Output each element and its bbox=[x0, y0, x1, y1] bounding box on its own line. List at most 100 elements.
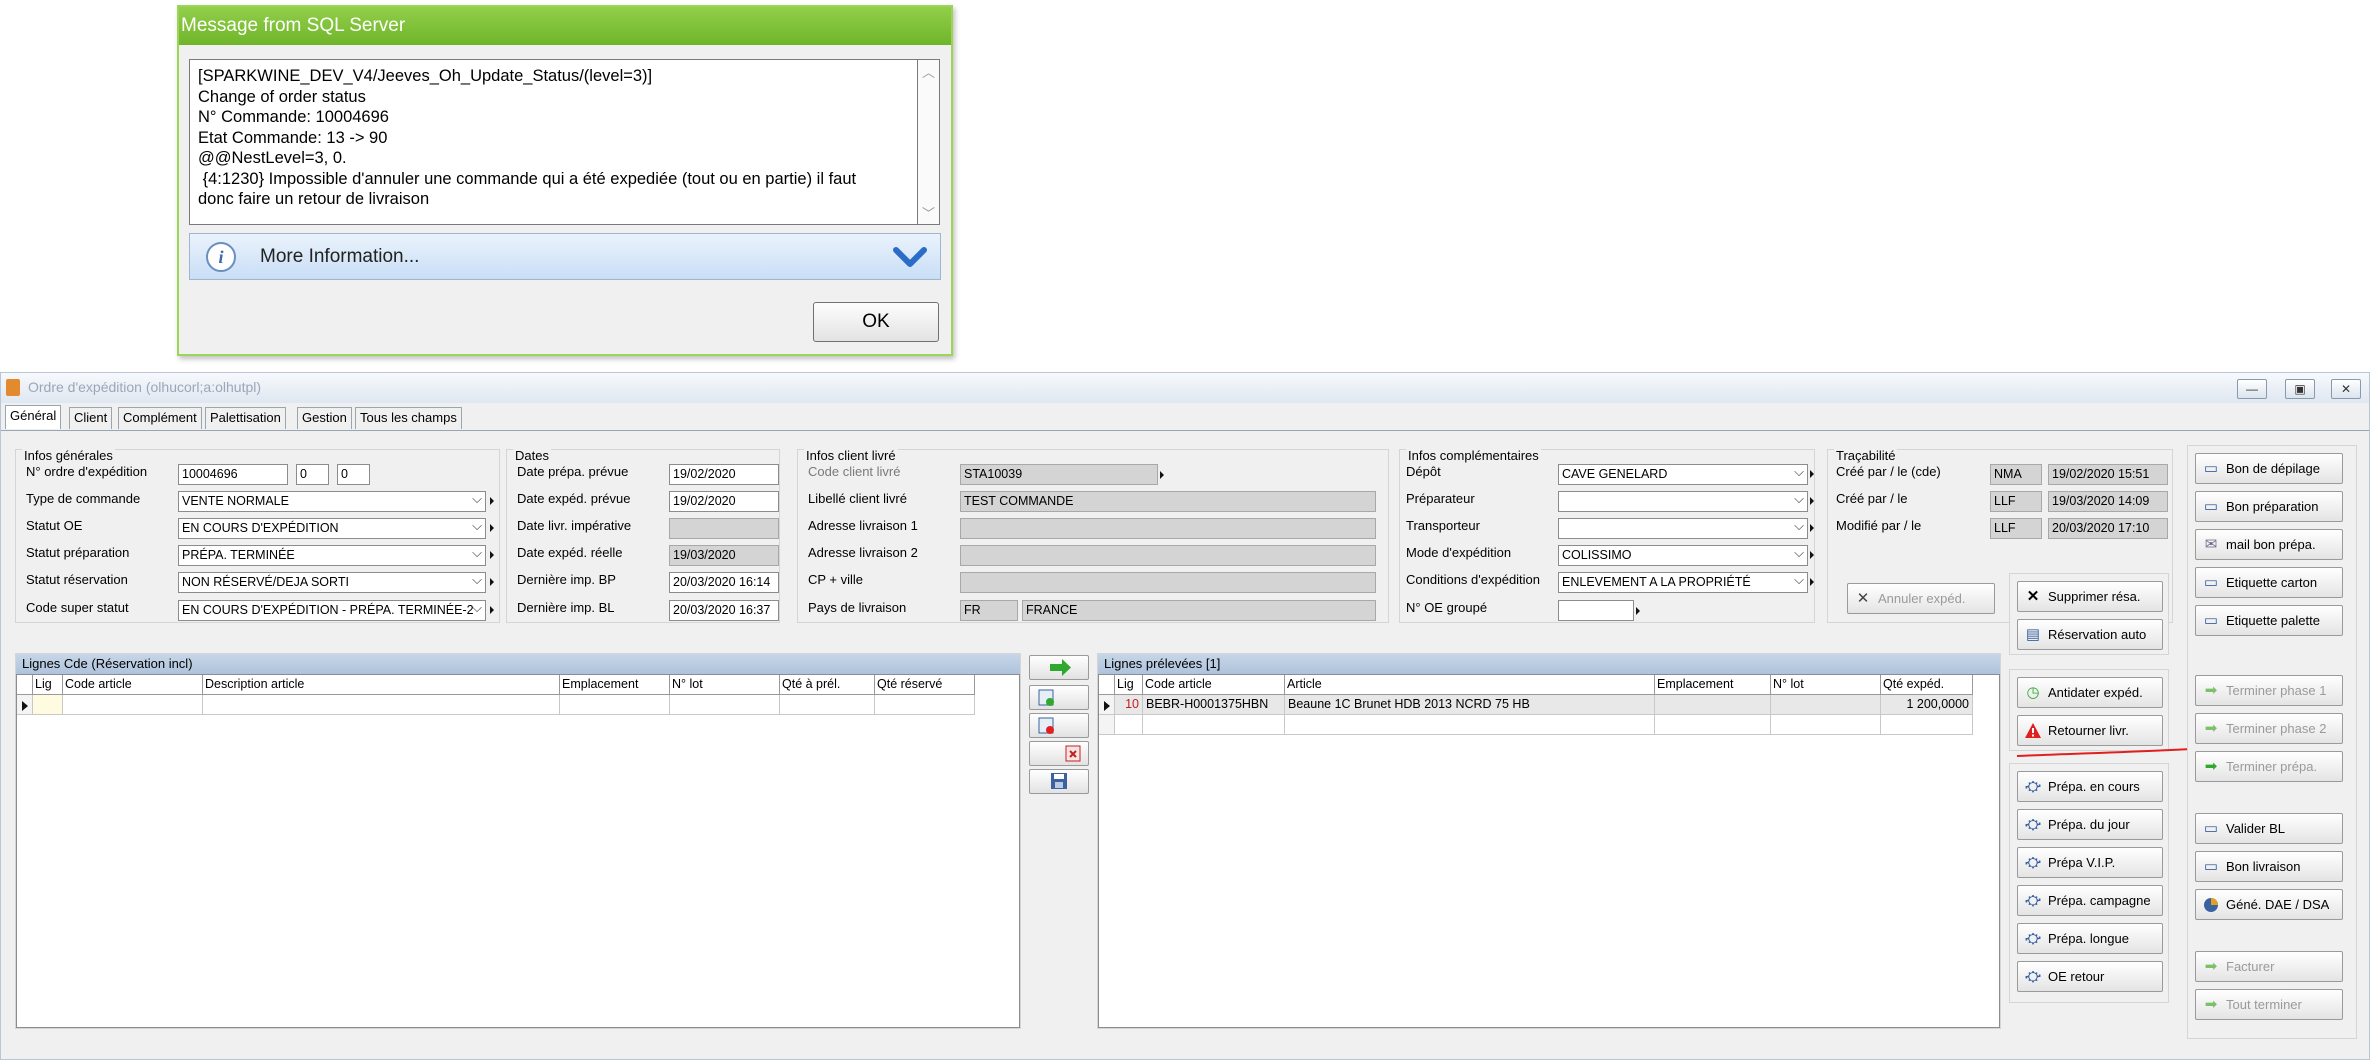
tab-complement[interactable]: Complément bbox=[118, 407, 202, 429]
close-button[interactable]: ✕ bbox=[2331, 379, 2361, 399]
type-select[interactable]: VENTE NORMALE bbox=[178, 491, 486, 512]
col-header[interactable]: Article bbox=[1285, 675, 1655, 695]
trace-user[interactable]: NMA bbox=[1990, 464, 2042, 485]
table-cell[interactable] bbox=[63, 695, 203, 715]
table-cell[interactable]: Beaune 1C Brunet HDB 2013 NCRD 75 HB bbox=[1285, 695, 1655, 715]
etiquette-palette-button[interactable]: ▭ Etiquette palette bbox=[2195, 605, 2343, 636]
tab-client[interactable]: Client bbox=[69, 407, 113, 429]
row-selector[interactable] bbox=[1099, 715, 1115, 735]
date-prepa-input[interactable]: 19/02/2020 bbox=[669, 464, 779, 485]
mail-bon-prepa-button[interactable]: ✉ mail bon prépa. bbox=[2195, 529, 2343, 560]
col-header[interactable]: Code article bbox=[63, 675, 203, 695]
table-cell[interactable]: 10 bbox=[1115, 695, 1143, 715]
col-header[interactable]: N° lot bbox=[1771, 675, 1881, 695]
table-cell[interactable] bbox=[1285, 715, 1655, 735]
scroll-down-icon[interactable]: ﹀ bbox=[922, 203, 935, 222]
bon-livraison-button[interactable]: ▭ Bon livraison bbox=[2195, 851, 2343, 882]
annuler-exped-button[interactable]: ✕ Annuler expéd. bbox=[1847, 583, 1995, 614]
derniere-bl-input[interactable]: 20/03/2020 16:37 bbox=[669, 600, 779, 621]
dialog-message-scrollbar[interactable]: ︿ ﹀ bbox=[918, 59, 940, 225]
facturer-button[interactable]: ➡ Facturer bbox=[2195, 951, 2343, 982]
date-livr-input[interactable] bbox=[669, 518, 779, 539]
minimize-button[interactable]: — bbox=[2237, 379, 2267, 399]
oe-groupe-input[interactable] bbox=[1558, 600, 1634, 621]
col-header[interactable]: Emplacement bbox=[1655, 675, 1771, 695]
bon-preparation-button[interactable]: ▭ Bon préparation bbox=[2195, 491, 2343, 522]
terminer-phase1-button[interactable]: ➡ Terminer phase 1 bbox=[2195, 675, 2343, 706]
table-cell[interactable] bbox=[1655, 695, 1771, 715]
code-client-input[interactable]: STA10039 bbox=[960, 464, 1158, 485]
gene-dae-dsa-button[interactable]: Géné. DAE / DSA bbox=[2195, 889, 2343, 920]
preparateur-select[interactable] bbox=[1558, 491, 1808, 512]
prepa-du-jour-button[interactable]: ⛮ Prépa. du jour bbox=[2017, 809, 2163, 840]
table-cell[interactable] bbox=[1771, 695, 1881, 715]
col-header[interactable]: N° lot bbox=[670, 675, 780, 695]
maximize-button[interactable]: ▣ bbox=[2285, 379, 2315, 399]
add-line-button[interactable] bbox=[1029, 685, 1089, 710]
retourner-livr-button[interactable]: Retourner livr. bbox=[2017, 715, 2163, 746]
scroll-up-icon[interactable]: ︿ bbox=[922, 62, 935, 81]
col-header[interactable]: Description article bbox=[203, 675, 560, 695]
statut-resa-select[interactable]: NON RÉSERVÉ/DEJA SORTI bbox=[178, 572, 486, 593]
date-exped-input[interactable]: 19/02/2020 bbox=[669, 491, 779, 512]
tab-general[interactable]: Général bbox=[5, 405, 62, 429]
libelle-client-input[interactable]: TEST COMMANDE bbox=[960, 491, 1376, 512]
reservation-auto-button[interactable]: ▤ Réservation auto bbox=[2017, 619, 2163, 650]
valider-bl-button[interactable]: ▭ Valider BL bbox=[2195, 813, 2343, 844]
depot-select[interactable]: CAVE GENELARD bbox=[1558, 464, 1808, 485]
transfer-right-button[interactable] bbox=[1029, 655, 1089, 680]
table-cell[interactable] bbox=[670, 695, 780, 715]
antidater-exped-button[interactable]: ◷ Antidater expéd. bbox=[2017, 677, 2163, 708]
lignes-cde-grid[interactable]: Lig Code article Description article Emp… bbox=[16, 674, 1020, 1028]
tout-terminer-button[interactable]: ➡ Tout terminer bbox=[2195, 989, 2343, 1020]
table-cell[interactable] bbox=[1115, 715, 1143, 735]
col-header[interactable]: Qté expéd. bbox=[1881, 675, 1973, 695]
table-cell[interactable] bbox=[780, 695, 875, 715]
derniere-bp-input[interactable]: 20/03/2020 16:14 bbox=[669, 572, 779, 593]
etiquette-carton-button[interactable]: ▭ Etiquette carton bbox=[2195, 567, 2343, 598]
chevron-down-icon[interactable] bbox=[890, 240, 930, 274]
table-cell[interactable]: BEBR-H0001375HBN bbox=[1143, 695, 1285, 715]
table-cell[interactable] bbox=[560, 695, 670, 715]
ok-button[interactable]: OK bbox=[813, 302, 939, 342]
col-header[interactable]: Emplacement bbox=[560, 675, 670, 695]
terminer-phase2-button[interactable]: ➡ Terminer phase 2 bbox=[2195, 713, 2343, 744]
ordre-input[interactable]: 10004696 bbox=[178, 464, 288, 485]
prepa-vip-button[interactable]: ⛮ Prépa V.I.P. bbox=[2017, 847, 2163, 878]
bon-depilage-button[interactable]: ▭ Bon de dépilage bbox=[2195, 453, 2343, 484]
more-information-expander[interactable]: i More Information... bbox=[189, 233, 941, 280]
remove-line-button[interactable] bbox=[1029, 713, 1089, 738]
trace-date[interactable]: 19/03/2020 14:09 bbox=[2048, 491, 2168, 512]
col-header[interactable]: Code article bbox=[1143, 675, 1285, 695]
table-cell[interactable]: 1 200,0000 bbox=[1881, 695, 1973, 715]
ordre-sub1-input[interactable]: 0 bbox=[296, 464, 329, 485]
conditions-select[interactable]: ENLEVEMENT A LA PROPRIÉTÉ bbox=[1558, 572, 1808, 593]
table-cell[interactable] bbox=[1881, 715, 1973, 735]
date-reelle-input[interactable]: 19/03/2020 bbox=[669, 545, 779, 566]
ordre-sub2-input[interactable]: 0 bbox=[337, 464, 370, 485]
table-cell[interactable] bbox=[33, 695, 63, 715]
prepa-longue-button[interactable]: ⛮ Prépa. longue bbox=[2017, 923, 2163, 954]
table-cell[interactable] bbox=[1655, 715, 1771, 735]
col-header[interactable]: Qté réservé bbox=[875, 675, 975, 695]
trace-date[interactable]: 20/03/2020 17:10 bbox=[2048, 518, 2168, 539]
adresse1-input[interactable] bbox=[960, 518, 1376, 539]
statut-prep-select[interactable]: PRÉPA. TERMINÉE bbox=[178, 545, 486, 566]
save-button[interactable] bbox=[1029, 769, 1089, 794]
trace-user[interactable]: LLF bbox=[1990, 491, 2042, 512]
pays-code-input[interactable]: FR bbox=[960, 600, 1018, 621]
mode-exped-select[interactable]: COLISSIMO bbox=[1558, 545, 1808, 566]
tab-tous-les-champs[interactable]: Tous les champs bbox=[355, 407, 462, 429]
supprimer-resa-button[interactable]: ✕ Supprimer résa. bbox=[2017, 581, 2163, 612]
statut-oe-select[interactable]: EN COURS D'EXPÉDITION bbox=[178, 518, 486, 539]
dialog-message[interactable]: [SPARKWINE_DEV_V4/Jeeves_Oh_Update_Statu… bbox=[189, 59, 918, 225]
col-header[interactable]: Lig bbox=[1115, 675, 1143, 695]
trace-date[interactable]: 19/02/2020 15:51 bbox=[2048, 464, 2168, 485]
adresse2-input[interactable] bbox=[960, 545, 1376, 566]
code-super-select[interactable]: EN COURS D'EXPÉDITION - PRÉPA. TERMINÉE-… bbox=[178, 600, 486, 621]
col-header[interactable]: Lig bbox=[33, 675, 63, 695]
col-header[interactable]: Qté à prél. bbox=[780, 675, 875, 695]
lignes-prelevees-grid[interactable]: Lig Code article Article Emplacement N° … bbox=[1098, 674, 2000, 1028]
table-cell[interactable] bbox=[1771, 715, 1881, 735]
table-cell[interactable] bbox=[1143, 715, 1285, 735]
